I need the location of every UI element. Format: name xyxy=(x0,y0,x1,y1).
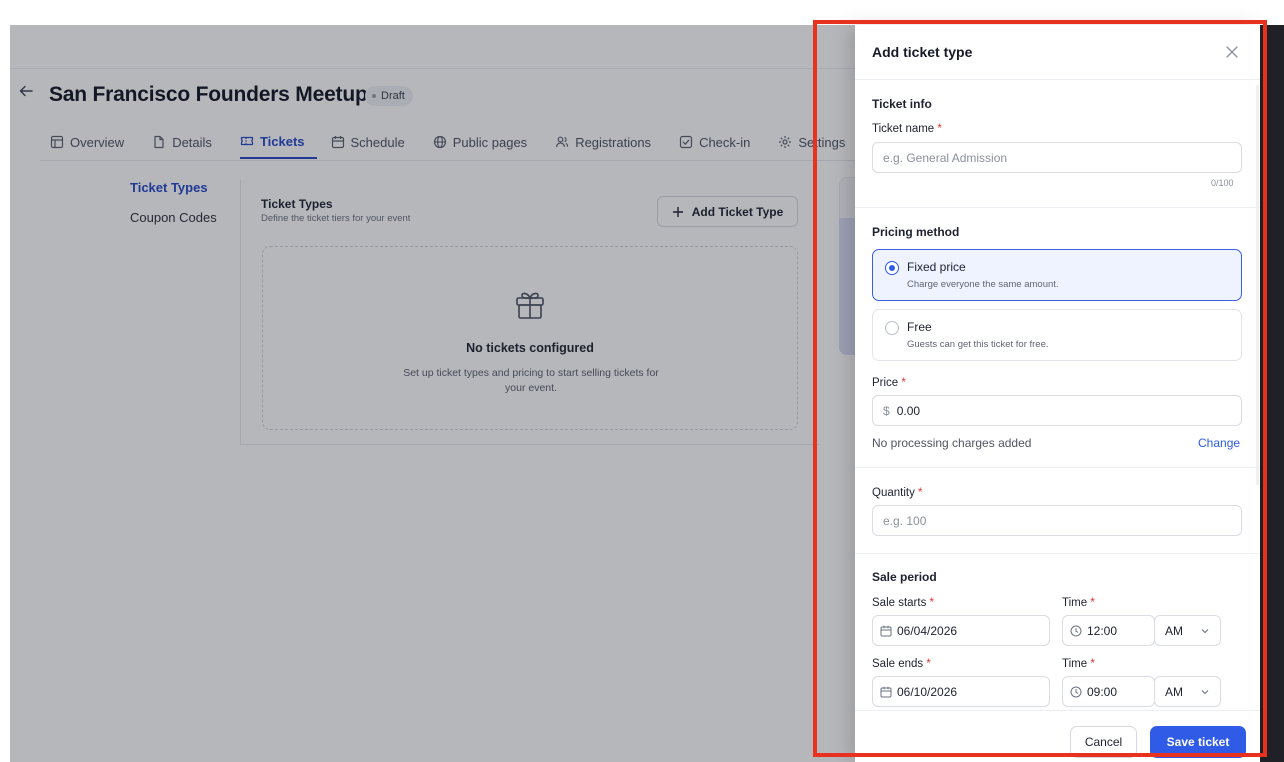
end-time-label-text: Time xyxy=(1062,658,1088,670)
required-mark: * xyxy=(918,487,923,499)
chevron-down-icon xyxy=(1201,628,1209,633)
end-ampm-value: AM xyxy=(1165,684,1183,699)
sale-starts-date: 06/04/2026 xyxy=(897,623,958,638)
sale-starts-label-text: Sale starts xyxy=(872,597,927,609)
ticket-name-label: Ticket name * xyxy=(872,123,942,135)
pricing-option-free[interactable]: Free Guests can get this ticket for free… xyxy=(872,309,1242,361)
screenshot-stage: San Francisco Founders Meetup Draft Over… xyxy=(0,0,1284,762)
drawer-header: Add ticket type xyxy=(855,25,1260,80)
section-divider xyxy=(855,553,1260,554)
clock-icon xyxy=(1070,625,1082,636)
section-divider xyxy=(855,467,1260,468)
processing-note: No processing charges added xyxy=(872,436,1032,450)
end-time-value: 09:00 xyxy=(1087,684,1118,699)
required-mark: * xyxy=(926,658,931,670)
sale-starts-label: Sale starts * xyxy=(872,597,934,609)
start-time-label: Time * xyxy=(1062,597,1095,609)
start-time-value: 12:00 xyxy=(1087,623,1118,638)
char-counter: 0/100 xyxy=(1211,178,1234,188)
pricing-option-desc: Guests can get this ticket for free. xyxy=(907,339,1049,350)
ticket-info-heading: Ticket info xyxy=(872,97,932,111)
sale-period-heading: Sale period xyxy=(872,570,937,584)
radio-unselected-icon[interactable] xyxy=(885,321,899,335)
end-time-label: Time * xyxy=(1062,658,1095,670)
radio-selected-icon[interactable] xyxy=(885,261,899,275)
close-icon[interactable] xyxy=(1225,45,1239,59)
start-time-label-text: Time xyxy=(1062,597,1088,609)
quantity-label-text: Quantity xyxy=(872,487,915,499)
price-input[interactable]: $ 0.00 xyxy=(872,395,1242,426)
calendar-icon xyxy=(880,625,892,636)
pricing-option-title: Fixed price xyxy=(907,260,966,274)
pricing-method-heading: Pricing method xyxy=(872,225,960,239)
start-time-input[interactable]: 12:00 xyxy=(1062,615,1155,646)
ticket-name-label-text: Ticket name xyxy=(872,123,935,135)
sale-ends-label: Sale ends * xyxy=(872,658,931,670)
chevron-down-icon xyxy=(1201,689,1209,694)
required-mark: * xyxy=(929,597,935,609)
required-mark: * xyxy=(901,377,906,389)
quantity-label: Quantity * xyxy=(872,487,923,499)
window-edge xyxy=(1259,25,1284,762)
required-mark: * xyxy=(937,123,942,135)
change-processing-link[interactable]: Change xyxy=(1198,436,1240,450)
end-ampm-select[interactable]: AM xyxy=(1154,676,1221,707)
cancel-button[interactable]: Cancel xyxy=(1070,726,1137,758)
start-ampm-select[interactable]: AM xyxy=(1154,615,1221,646)
end-time-input[interactable]: 09:00 xyxy=(1062,676,1155,707)
quantity-input[interactable]: e.g. 100 xyxy=(872,505,1242,536)
save-ticket-button[interactable]: Save ticket xyxy=(1150,726,1246,758)
required-mark: * xyxy=(1090,658,1095,670)
start-ampm-value: AM xyxy=(1165,623,1183,638)
pricing-option-title: Free xyxy=(907,320,932,334)
price-label: Price * xyxy=(872,377,906,389)
calendar-icon xyxy=(880,686,892,697)
drawer-title: Add ticket type xyxy=(872,44,973,60)
sale-starts-date-input[interactable]: 06/04/2026 xyxy=(872,615,1050,646)
required-mark: * xyxy=(1090,597,1095,609)
section-divider xyxy=(855,207,1260,208)
price-label-text: Price xyxy=(872,377,899,389)
sale-ends-date-input[interactable]: 06/10/2026 xyxy=(872,676,1050,707)
add-ticket-drawer: Add ticket type Ticket info Ticket name … xyxy=(855,25,1260,762)
currency-symbol: $ xyxy=(883,403,890,418)
ticket-name-input[interactable]: e.g. General Admission xyxy=(872,142,1242,173)
pricing-option-desc: Charge everyone the same amount. xyxy=(907,279,1059,290)
sale-ends-label-text: Sale ends xyxy=(872,658,924,670)
pricing-option-fixed[interactable]: Fixed price Charge everyone the same amo… xyxy=(872,249,1242,301)
drawer-footer: Cancel Save ticket xyxy=(855,710,1260,762)
sale-ends-date: 06/10/2026 xyxy=(897,684,958,699)
price-value: 0.00 xyxy=(896,403,921,418)
clock-icon xyxy=(1070,686,1082,697)
drawer-scrollbar[interactable] xyxy=(1256,85,1259,485)
